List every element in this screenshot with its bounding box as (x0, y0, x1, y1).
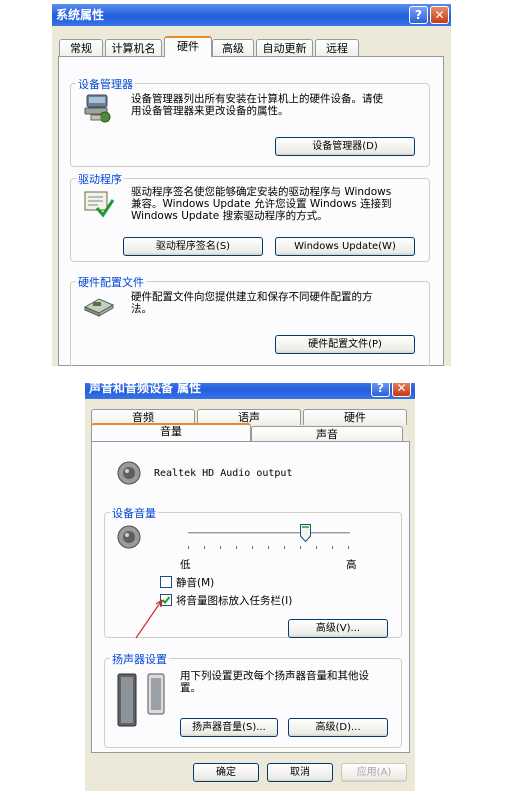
device-manager-desc-line1: 设备管理器列出所有安装在计算机上的硬件设备。请使 (131, 93, 383, 105)
tab-sounds[interactable]: 声音 (251, 426, 403, 442)
tab-computer-name[interactable]: 计算机名 (105, 39, 162, 57)
mute-label: 静音(M) (176, 577, 215, 589)
system-properties-dialog: 系统属性 ? ✕ 常规 计算机名 硬件 高级 自动更新 远程 设备管理器 设备管… (52, 4, 451, 366)
volume-tick (252, 546, 253, 549)
hardware-profiles-desc-line1: 硬件配置文件向您提供建立和保存不同硬件配置的方 (131, 291, 373, 303)
volume-tick (204, 546, 205, 549)
speaker-advanced-button[interactable]: 高级(D)... (288, 718, 388, 737)
volume-tick (188, 546, 189, 549)
close-button[interactable]: ✕ (430, 6, 449, 24)
close-button[interactable]: ✕ (392, 383, 411, 397)
mute-checkbox[interactable] (160, 576, 172, 588)
volume-high-label: 高 (346, 559, 357, 571)
volume-slider-track[interactable] (188, 532, 350, 535)
speaker-settings-desc-line1: 用下列设置更改每个扬声器音量和其他设 (180, 670, 369, 682)
volume-tick (268, 546, 269, 549)
hardware-profiles-description: 硬件配置文件向您提供建立和保存不同硬件配置的方 法。 (131, 291, 431, 315)
hardware-profiles-desc-line2: 法。 (131, 303, 152, 315)
volume-tick (300, 546, 301, 549)
speakers-icon (117, 673, 165, 727)
volume-tick (348, 546, 349, 549)
speaker-settings-title: 扬声器设置 (110, 651, 169, 667)
ok-button[interactable]: 确定 (193, 763, 259, 782)
tab-hardware[interactable]: 硬件 (303, 409, 407, 425)
help-button[interactable]: ? (371, 383, 390, 397)
device-manager-icon (84, 94, 111, 123)
drivers-desc-line1: 驱动程序签名使您能够确定安装的驱动程序与 Windows (131, 186, 392, 198)
drivers-title: 驱动程序 (76, 171, 124, 187)
device-volume-title: 设备音量 (110, 505, 158, 521)
volume-low-label: 低 (180, 559, 191, 571)
drivers-desc-line2: 兼容。Windows Update 允许您设置 Windows 连接到 (131, 198, 392, 210)
hardware-profiles-title: 硬件配置文件 (76, 274, 146, 290)
tab-page-hardware: 设备管理器 设备管理器列出所有安装在计算机上的硬件设备。请使 用设备管理器来更改… (58, 56, 444, 366)
volume-tick (284, 546, 285, 549)
sound-audio-properties-dialog: 声音和音频设备 属性 ? ✕ 音频 语声 硬件 音量 声音 Realtek HD… (85, 383, 415, 791)
speaker-icon (117, 461, 141, 485)
volume-tick (236, 546, 237, 549)
volume-speaker-icon (117, 525, 141, 549)
apply-button[interactable]: 应用(A) (341, 763, 407, 782)
taskbar-icon-label: 将音量图标放入任务栏(I) (176, 595, 293, 607)
speaker-settings-desc-line2: 置。 (180, 682, 201, 694)
hardware-profiles-button[interactable]: 硬件配置文件(P) (275, 335, 415, 354)
volume-tick (220, 546, 221, 549)
driver-signing-button[interactable]: 驱动程序签名(S) (123, 237, 263, 256)
device-manager-title: 设备管理器 (76, 76, 135, 92)
volume-tick (316, 546, 317, 549)
cancel-button[interactable]: 取消 (267, 763, 333, 782)
window-title: 系统属性 (56, 8, 105, 22)
volume-slider-ticks (188, 546, 350, 550)
drivers-description: 驱动程序签名使您能够确定安装的驱动程序与 Windows 兼容。Windows … (131, 186, 431, 222)
annotation-arrow-icon (135, 599, 163, 639)
hardware-profiles-icon (83, 298, 115, 317)
tab-page-volume: Realtek HD Audio output 设备音量 低 高 静音(M) 将… (91, 441, 410, 753)
speaker-volume-button[interactable]: 扬声器音量(S)... (180, 718, 278, 737)
driver-signing-icon (84, 191, 115, 218)
tab-hardware[interactable]: 硬件 (164, 36, 212, 57)
device-manager-desc-line2: 用设备管理器来更改设备的属性。 (131, 105, 289, 117)
tab-remote[interactable]: 远程 (315, 39, 359, 57)
speaker-settings-description: 用下列设置更改每个扬声器音量和其他设 置。 (180, 670, 400, 694)
tab-general[interactable]: 常规 (59, 39, 103, 57)
help-button[interactable]: ? (409, 6, 428, 24)
tab-volume[interactable]: 音量 (91, 423, 251, 441)
window-titlebar[interactable]: 系统属性 (52, 4, 451, 26)
window-titlebar[interactable]: 声音和音频设备 属性 (85, 383, 415, 399)
device-name: Realtek HD Audio output (154, 468, 293, 479)
volume-advanced-button[interactable]: 高级(V)... (288, 619, 388, 638)
windows-update-button[interactable]: Windows Update(W) (275, 237, 415, 256)
tab-advanced[interactable]: 高级 (212, 39, 254, 57)
window-title: 声音和音频设备 属性 (89, 383, 202, 395)
device-manager-description: 设备管理器列出所有安装在计算机上的硬件设备。请使 用设备管理器来更改设备的属性。 (131, 93, 431, 117)
volume-tick (332, 546, 333, 549)
device-manager-button[interactable]: 设备管理器(D) (275, 137, 415, 156)
volume-slider-thumb[interactable] (299, 524, 311, 543)
drivers-desc-line3: Windows Update 搜索驱动程序的方式。 (131, 210, 328, 222)
tab-automatic-updates[interactable]: 自动更新 (256, 39, 313, 57)
